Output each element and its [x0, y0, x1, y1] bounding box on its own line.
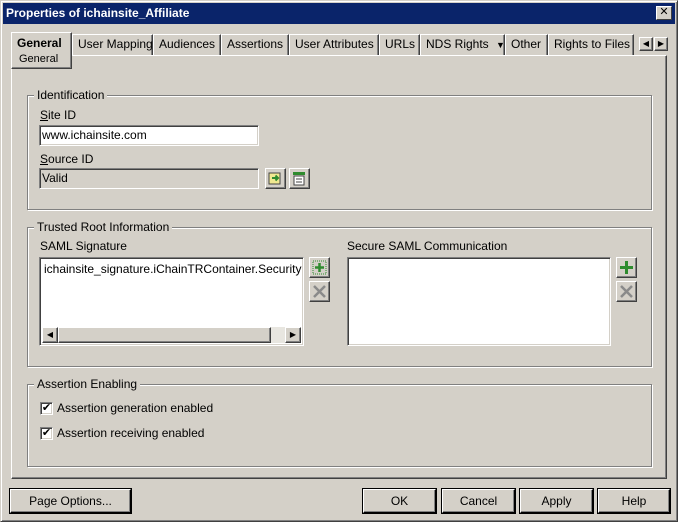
source-id-edit-button[interactable]: [289, 168, 310, 189]
scroll-thumb[interactable]: [58, 327, 271, 343]
tab-user-mapping-label: User Mapping: [78, 37, 153, 51]
secure-saml-add-button[interactable]: [616, 257, 637, 278]
tab-urls[interactable]: URLs: [379, 34, 420, 55]
title-bar: Properties of ichainsite_Affiliate ✕: [3, 3, 675, 24]
source-id-browse-button[interactable]: [265, 168, 286, 189]
delete-icon: [620, 285, 633, 298]
tab-general-label: General: [17, 36, 62, 50]
tab-audiences[interactable]: Audiences: [153, 34, 221, 55]
edit-icon: [293, 172, 305, 186]
arrow-left-icon: ◀: [46, 330, 54, 339]
check-icon: ✔: [41, 402, 52, 414]
check-icon: ✔: [41, 427, 52, 439]
assertion-generation-label: Assertion generation enabled: [57, 401, 214, 415]
tab-rights-to-files-label: Rights to Files a: [554, 37, 634, 51]
add-icon: [620, 261, 633, 274]
tab-user-mapping[interactable]: User Mapping: [72, 34, 153, 55]
tab-other-label: Other: [511, 37, 542, 51]
saml-signature-add-button[interactable]: [309, 257, 330, 278]
assertion-receiving-checkbox[interactable]: ✔: [40, 427, 53, 440]
close-button[interactable]: ✕: [656, 6, 672, 20]
tab-assertions-label: Assertions: [227, 37, 284, 51]
tab-nds-rights[interactable]: NDS Rights ▼: [420, 34, 505, 55]
chevron-down-icon: ▼: [496, 40, 505, 50]
tab-assertions[interactable]: Assertions: [221, 34, 289, 55]
assertion-enabling-group-label: Assertion Enabling: [34, 377, 141, 391]
secure-saml-list[interactable]: [347, 257, 611, 346]
tab-scroll-left-button[interactable]: ◀: [639, 37, 653, 51]
arrow-left-icon: ◀: [642, 39, 650, 48]
browse-icon: [268, 172, 281, 185]
delete-icon: [313, 285, 326, 298]
identification-group-label: Identification: [34, 88, 108, 102]
source-id-field: Valid: [39, 168, 259, 189]
cancel-button[interactable]: Cancel: [442, 489, 515, 513]
tab-rights-to-files[interactable]: Rights to Files a: [548, 34, 634, 55]
tab-user-attributes[interactable]: User Attributes: [289, 34, 379, 55]
site-id-input[interactable]: www.ichainsite.com: [39, 125, 259, 146]
tab-scroll-right-button[interactable]: ▶: [654, 37, 668, 51]
tab-user-attributes-label: User Attributes: [295, 37, 374, 51]
tab-audiences-label: Audiences: [159, 37, 216, 51]
page-options-button[interactable]: Page Options...: [10, 489, 131, 513]
source-id-label: Source ID: [40, 152, 94, 166]
help-button[interactable]: Help: [598, 489, 670, 513]
tab-other[interactable]: Other: [505, 34, 548, 55]
saml-signature-label: SAML Signature: [40, 239, 127, 253]
identification-group: [27, 95, 652, 210]
scroll-right-button[interactable]: ▶: [285, 327, 301, 343]
saml-signature-list[interactable]: ichainsite_signature.iChainTRContainer.S…: [39, 257, 304, 346]
properties-dialog: Properties of ichainsite_Affiliate ✕ Gen…: [0, 0, 678, 522]
secure-saml-label: Secure SAML Communication: [347, 239, 508, 253]
trusted-root-group-label: Trusted Root Information: [34, 220, 173, 234]
apply-button[interactable]: Apply: [520, 489, 593, 513]
saml-signature-delete-button[interactable]: [309, 281, 330, 302]
site-id-label: Site ID: [40, 108, 77, 122]
assertion-generation-checkbox[interactable]: ✔: [40, 402, 53, 415]
window-title: Properties of ichainsite_Affiliate: [6, 6, 190, 20]
add-icon: [312, 260, 327, 275]
arrow-right-icon: ▶: [289, 330, 297, 339]
subtab-general[interactable]: General: [11, 52, 72, 69]
ok-button[interactable]: OK: [363, 489, 436, 513]
close-icon: ✕: [659, 6, 669, 18]
arrow-right-icon: ▶: [657, 39, 665, 48]
scroll-left-button[interactable]: ◀: [42, 327, 58, 343]
list-item[interactable]: ichainsite_signature.iChainTRContainer.S…: [44, 262, 301, 276]
saml-signature-hscrollbar[interactable]: ◀ ▶: [42, 327, 301, 343]
secure-saml-delete-button[interactable]: [616, 281, 637, 302]
tab-urls-label: URLs: [385, 37, 416, 51]
subtab-general-label: General: [19, 53, 59, 65]
tab-nds-rights-label: NDS Rights: [426, 37, 489, 51]
assertion-receiving-label: Assertion receiving enabled: [57, 426, 205, 440]
